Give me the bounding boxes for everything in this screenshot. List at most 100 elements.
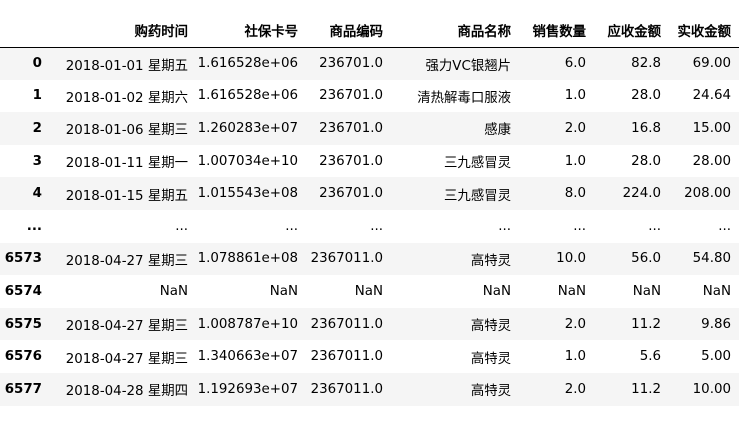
- table-cell: 1.0: [564, 153, 586, 169]
- table-cell: 2.0: [564, 316, 586, 332]
- row-index: 4: [32, 186, 42, 202]
- table-cell: 5.00: [701, 349, 731, 365]
- table-cell: 11.2: [631, 316, 661, 332]
- table-cell: 2018-01-11 星期一: [65, 156, 188, 172]
- table-cell: 2367011.0: [310, 251, 383, 267]
- table-cell: ...: [648, 218, 661, 234]
- table-cell: 15.00: [692, 120, 731, 136]
- table-cell: 10.00: [692, 381, 731, 397]
- table-cell: 16.8: [631, 120, 661, 136]
- row-index: 1: [32, 88, 42, 104]
- table-cell: 236701.0: [319, 56, 383, 72]
- table-cell: 2018-04-27 星期三: [65, 319, 188, 335]
- table-cell: NaN: [702, 283, 731, 299]
- table-cell: 56.0: [631, 251, 661, 267]
- table-cell: 1.616528e+06: [197, 56, 298, 72]
- table-cell: 2018-01-15 星期五: [65, 188, 188, 204]
- row-index: 6574: [4, 283, 42, 299]
- table-cell: 高特灵: [470, 319, 511, 335]
- table-header-row: 购药时间 社保卡号 商品编码 商品名称 销售数量 应收金额 实收金额: [0, 14, 739, 48]
- table-cell: ...: [498, 218, 511, 234]
- column-header: 商品名称: [391, 14, 519, 48]
- table-cell: ...: [718, 218, 731, 234]
- table-cell: NaN: [557, 283, 586, 299]
- table-row: 3 2018-01-11 星期一 1.007034e+10 236701.0 三九感冒灵…: [0, 144, 739, 178]
- table-cell: 感康: [484, 123, 511, 139]
- table-row: 6577 2018-04-28 星期四 1.192693e+07 2367011.0 高…: [0, 372, 739, 406]
- table-cell: NaN: [354, 283, 383, 299]
- table-cell: 2018-01-06 星期三: [65, 123, 188, 139]
- table-cell: 1.007034e+10: [197, 153, 298, 169]
- table-cell: 236701.0: [319, 153, 383, 169]
- table-cell: ...: [285, 218, 298, 234]
- table-cell: 2018-04-28 星期四: [65, 384, 188, 400]
- table-cell: 1.260283e+07: [197, 120, 298, 136]
- table-cell: 2367011.0: [310, 349, 383, 365]
- table-cell: 2.0: [564, 120, 586, 136]
- table-cell: 54.80: [692, 251, 731, 267]
- table-cell: 5.6: [639, 349, 661, 365]
- table-cell: 69.00: [692, 56, 731, 72]
- table-cell: 1.015543e+08: [197, 186, 298, 202]
- table-body: 0 2018-01-01 星期五 1.616528e+06 236701.0 强力VC银…: [0, 47, 739, 406]
- table-cell: 三九感冒灵: [444, 156, 511, 172]
- row-index: ...: [26, 218, 42, 234]
- table-cell: NaN: [159, 283, 188, 299]
- table-cell: 208.00: [684, 186, 731, 202]
- table-cell: 236701.0: [319, 88, 383, 104]
- row-index: 6577: [4, 381, 42, 397]
- table-cell: 28.0: [631, 153, 661, 169]
- table-cell: 1.0: [564, 349, 586, 365]
- table-cell: 236701.0: [319, 120, 383, 136]
- table-cell: 224.0: [622, 186, 661, 202]
- table-cell: 28.00: [692, 153, 731, 169]
- table-row: 1 2018-01-02 星期六 1.616528e+06 236701.0 清热解毒口…: [0, 79, 739, 113]
- row-index: 6575: [4, 316, 42, 332]
- table-cell: ...: [573, 218, 586, 234]
- table-cell: 10.0: [556, 251, 586, 267]
- table-row: 6573 2018-04-27 星期三 1.078861e+08 2367011.0 高…: [0, 242, 739, 276]
- table-cell: 2018-01-02 星期六: [65, 90, 188, 106]
- row-index: 0: [32, 56, 42, 72]
- table-cell: 2018-01-01 星期五: [65, 58, 188, 74]
- table-cell: NaN: [632, 283, 661, 299]
- table-cell: 2367011.0: [310, 381, 383, 397]
- table-row: 6575 2018-04-27 星期三 1.008787e+10 2367011.0 高…: [0, 307, 739, 341]
- table-cell: NaN: [482, 283, 511, 299]
- table-cell: 1.192693e+07: [197, 381, 298, 397]
- table-cell: 8.0: [564, 186, 586, 202]
- column-header: 应收金额: [594, 14, 669, 48]
- row-index: 3: [32, 153, 42, 169]
- table-cell: 11.2: [631, 381, 661, 397]
- table-cell: 2367011.0: [310, 316, 383, 332]
- index-header: [0, 14, 50, 48]
- table-cell: 6.0: [564, 56, 586, 72]
- row-index: 6576: [4, 349, 42, 365]
- table-cell: 高特灵: [470, 351, 511, 367]
- table-cell: 24.64: [692, 88, 731, 104]
- table-cell: 2018-04-27 星期三: [65, 351, 188, 367]
- table-cell: 高特灵: [470, 253, 511, 269]
- table-cell: 2.0: [564, 381, 586, 397]
- dataframe-output: 购药时间 社保卡号 商品编码 商品名称 销售数量 应收金额 实收金额 0 2018-01-01…: [0, 14, 745, 406]
- table-row: 4 2018-01-15 星期五 1.015543e+08 236701.0 三九感冒灵…: [0, 177, 739, 210]
- table-cell: ...: [175, 218, 188, 234]
- table-cell: 三九感冒灵: [444, 188, 511, 204]
- dataframe-table: 购药时间 社保卡号 商品编码 商品名称 销售数量 应收金额 实收金额 0 2018-01-01…: [0, 14, 739, 406]
- column-header: 商品编码: [306, 14, 391, 48]
- column-header: 实收金额: [669, 14, 739, 48]
- table-cell: 9.86: [701, 316, 731, 332]
- column-header: 销售数量: [519, 14, 594, 48]
- column-header: 购药时间: [50, 14, 196, 48]
- table-cell: 82.8: [631, 56, 661, 72]
- table-cell: 强力VC银翘片: [425, 58, 511, 74]
- table-cell: 清热解毒口服液: [417, 90, 511, 106]
- row-index: 2: [32, 120, 42, 136]
- table-cell: 236701.0: [319, 186, 383, 202]
- table-cell: 1.616528e+06: [197, 88, 298, 104]
- table-cell: ...: [370, 218, 383, 234]
- table-cell: 1.0: [564, 88, 586, 104]
- table-cell: 1.078861e+08: [197, 251, 298, 267]
- table-cell: 1.008787e+10: [197, 316, 298, 332]
- table-cell: NaN: [269, 283, 298, 299]
